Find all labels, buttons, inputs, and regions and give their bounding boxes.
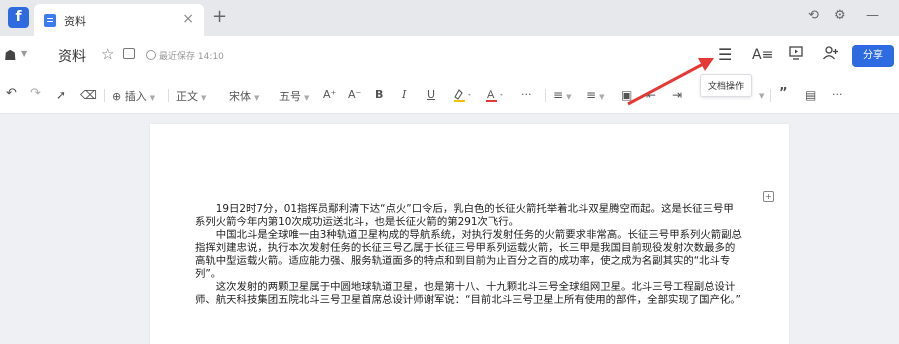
chevron-down-icon[interactable]: ▼ xyxy=(21,49,27,58)
font-grow-button[interactable]: A⁺ xyxy=(323,88,336,101)
document-title[interactable]: 资料 xyxy=(58,46,86,66)
paragraph-style-label: 正文 xyxy=(176,90,198,103)
format-toolbar: ↶ ↷ ➚ ⌫ ⊕ 插入 ▼ 正文 ▼ 宋体 ▼ 五号 ▼ A⁺ A⁻ B I U A … xyxy=(0,76,899,114)
save-status-text: 最近保存 14:10 xyxy=(159,52,224,62)
align-dropdown[interactable]: ▼ xyxy=(756,88,764,101)
font-shrink-button[interactable]: A⁻ xyxy=(348,88,361,101)
highlight-color-button[interactable] xyxy=(453,88,473,105)
menu-icon[interactable]: ☰ xyxy=(718,45,732,64)
star-icon[interactable]: ☆ xyxy=(101,45,114,63)
divider xyxy=(104,89,105,102)
divider xyxy=(168,89,169,102)
present-icon[interactable] xyxy=(788,45,804,65)
divider-line-icon[interactable]: ▤ xyxy=(805,88,816,102)
chevron-down-icon: ▼ xyxy=(201,94,207,102)
redo-icon[interactable]: ↷ xyxy=(30,86,41,101)
quote-icon[interactable]: ” xyxy=(779,86,788,101)
font-size-label: 五号 xyxy=(279,90,301,103)
document-header: ☗ ▼ 资料 ☆ 最近保存 14:10 ☰ A≡ 分享 xyxy=(0,36,899,76)
font-size-dropdown[interactable]: 五号 ▼ xyxy=(279,88,309,104)
settings-icon[interactable]: ⚙ xyxy=(834,8,846,23)
sync-icon[interactable]: ⟲ xyxy=(808,8,819,23)
add-user-icon[interactable] xyxy=(822,45,839,65)
font-family-dropdown[interactable]: 宋体 ▼ xyxy=(229,88,259,104)
check-circle-icon xyxy=(146,50,156,60)
share-button[interactable]: 分享 xyxy=(852,45,894,67)
tab-close-icon[interactable]: × xyxy=(182,11,194,27)
clear-format-icon[interactable]: ⌫ xyxy=(80,88,97,102)
underline-button[interactable]: U xyxy=(427,88,435,101)
italic-button[interactable]: I xyxy=(402,88,406,101)
chevron-down-icon: ▼ xyxy=(759,92,765,100)
more-options-button[interactable]: ··· xyxy=(832,88,843,101)
tab-title: 资料 xyxy=(64,15,86,28)
comment-icon[interactable]: + xyxy=(763,191,774,202)
format-painter-icon[interactable]: ➚ xyxy=(56,88,66,102)
divider xyxy=(545,89,546,102)
chevron-down-icon: ▼ xyxy=(254,94,260,102)
undo-icon[interactable]: ↶ xyxy=(6,86,17,101)
paragraph[interactable]: 这次发射的两颗卫星属于中圆地球轨道卫星，也是第十八、十九颗北斗三号全球组网卫星。… xyxy=(195,281,743,307)
chevron-down-icon: ▼ xyxy=(304,94,310,102)
chevron-down-icon: ▼ xyxy=(149,94,156,102)
title-bar: f 资料 × + ⟲ ⚙ — xyxy=(0,0,899,36)
svg-text:A: A xyxy=(487,89,495,101)
insert-dropdown[interactable]: ⊕ 插入 ▼ xyxy=(112,88,155,104)
tab-document[interactable]: 资料 × xyxy=(34,4,204,36)
paragraph[interactable]: 中国北斗是全球唯一由3种轨道卫星构成的导航系统，对执行发射任务的火箭要求非常高。… xyxy=(195,229,743,281)
bullet-list-icon[interactable]: ≡ ▼ xyxy=(553,88,571,102)
font-family-label: 宋体 xyxy=(229,90,251,103)
move-to-folder-icon[interactable] xyxy=(123,48,135,59)
home-icon[interactable]: ☗ xyxy=(4,48,17,64)
outdent-icon[interactable]: ⇤ xyxy=(646,88,656,102)
numbered-list-icon[interactable]: ≡ ▼ xyxy=(586,88,604,102)
font-color-button[interactable]: A xyxy=(485,88,505,105)
text-format-icon[interactable]: A≡ xyxy=(752,47,773,63)
new-tab-button[interactable]: + xyxy=(212,6,227,27)
document-icon xyxy=(44,14,56,27)
insert-label: 插入 xyxy=(124,90,147,103)
paragraph-style-dropdown[interactable]: 正文 ▼ xyxy=(176,88,206,104)
app-logo-icon[interactable]: f xyxy=(8,7,29,28)
divider xyxy=(770,89,771,102)
checklist-icon[interactable]: ▣ xyxy=(621,88,632,102)
bold-button[interactable]: B xyxy=(375,88,383,101)
tooltip: 文档操作 xyxy=(700,74,753,97)
minimize-button[interactable]: — xyxy=(866,8,879,23)
indent-icon[interactable]: ⇥ xyxy=(672,88,682,102)
more-text-options-button[interactable]: ··· xyxy=(521,88,532,101)
document-body[interactable]: 19日2时7分，01指挥员鄢利清下达“点火”口令后，乳白色的长征火箭托举着北斗双… xyxy=(195,203,743,307)
save-status: 最近保存 14:10 xyxy=(146,49,224,62)
paragraph[interactable]: 19日2时7分，01指挥员鄢利清下达“点火”口令后，乳白色的长征火箭托举着北斗双… xyxy=(195,203,743,229)
